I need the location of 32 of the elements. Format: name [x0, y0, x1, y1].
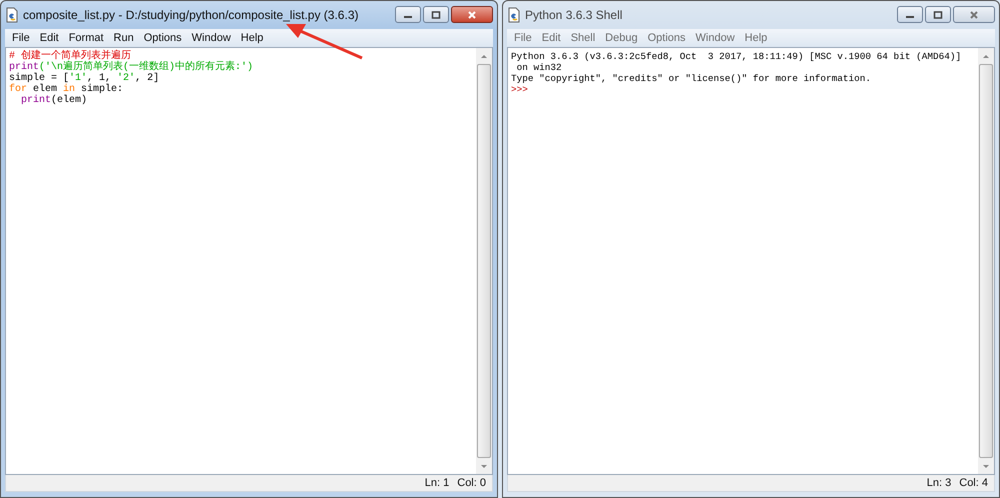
window-title: composite_list.py - D:/studying/python/composite_list.py (3.6.3)	[23, 8, 358, 22]
menu-item[interactable]: Help	[236, 32, 268, 44]
menu-item[interactable]: Edit	[34, 32, 64, 44]
menu-item[interactable]: Options	[138, 32, 187, 44]
maximize-icon	[933, 10, 943, 18]
menu-item[interactable]: Format	[64, 32, 109, 44]
menu-item[interactable]: File	[7, 32, 35, 44]
code-line: for elem in simple:	[9, 84, 124, 95]
code-line: print('\n遍历简单列表(一维数组)中的所有元素:')	[9, 62, 254, 73]
document-icon	[507, 7, 521, 23]
column-number-status: Col: 4	[959, 477, 988, 489]
minimize-button[interactable]	[395, 6, 421, 23]
close-icon	[467, 10, 477, 18]
window-title: Python 3.6.3 Shell	[525, 8, 622, 22]
code-line: Type "copyright", "credits" or "license()" for more information.	[511, 73, 872, 84]
scrollbar[interactable]	[476, 48, 492, 474]
line-number-status: Ln: 3	[926, 477, 952, 489]
code-line: # 创建一个简单列表并遍历	[9, 51, 132, 62]
close-button[interactable]	[451, 6, 493, 23]
code-line: Python 3.6.3 (v3.6.3:2c5fed8, Oct 3 2017, 18:11:49) [MSC v.1900 64 bit (AMD64)]	[511, 51, 962, 62]
menu-item[interactable]: Run	[108, 32, 139, 44]
maximize-icon	[431, 10, 441, 18]
menu-item[interactable]: Window	[186, 32, 236, 44]
column-number-status: Col: 0	[457, 477, 486, 489]
code-line: simple = ['1', 1, '2', 2]	[9, 73, 160, 84]
line-number-status: Ln: 1	[424, 477, 450, 489]
code-line: on win32	[516, 62, 563, 73]
code-line: print(elem)	[20, 95, 88, 106]
close-icon	[969, 10, 979, 18]
code-line: >>>	[511, 84, 529, 95]
document-icon	[5, 7, 19, 23]
maximize-button[interactable]	[423, 6, 449, 23]
